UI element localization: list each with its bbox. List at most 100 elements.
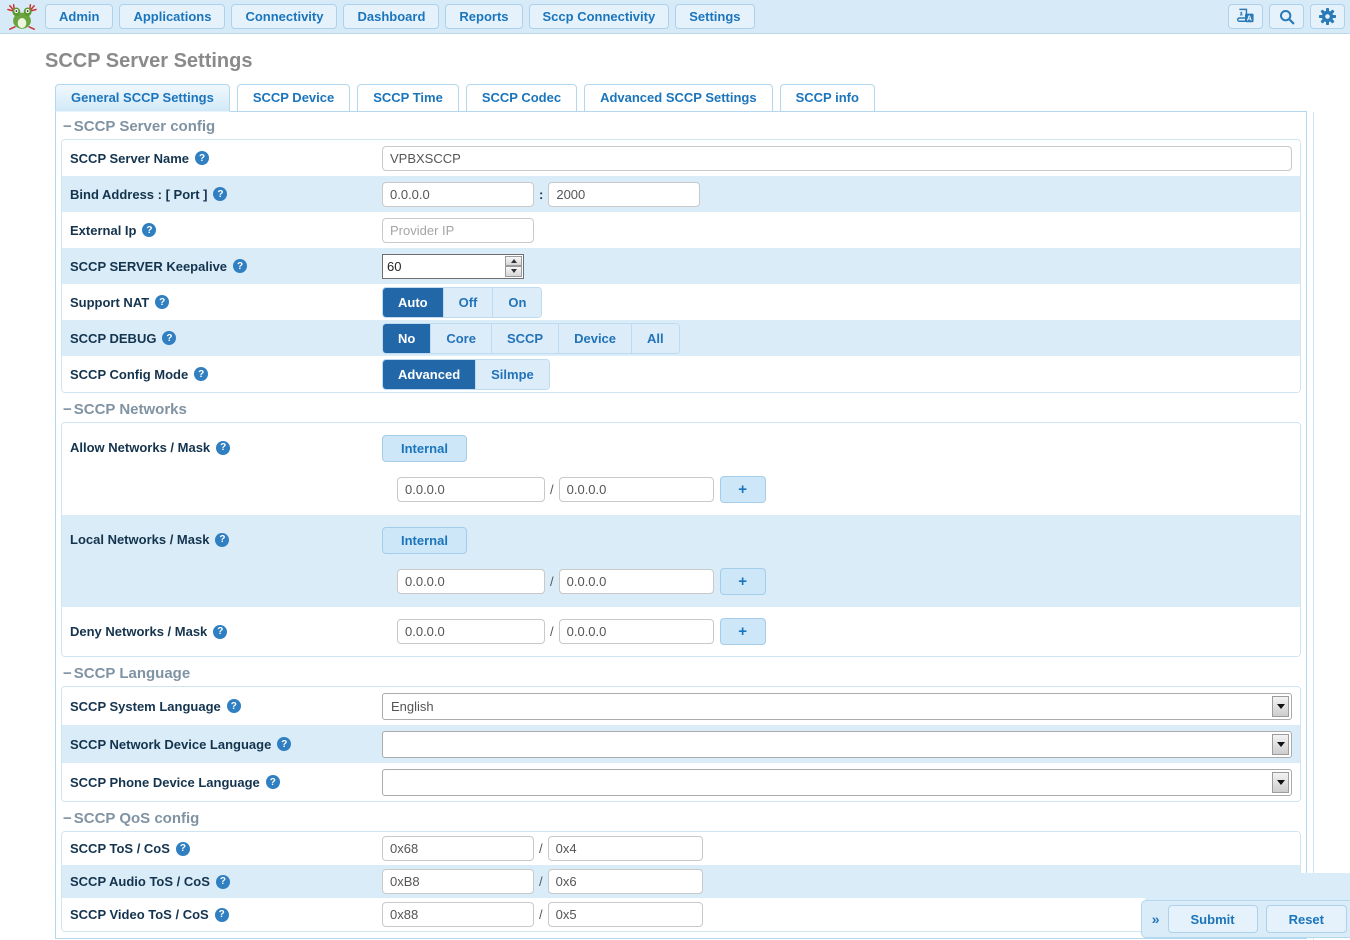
help-icon[interactable]: ? [213,187,227,201]
video-cos-input[interactable] [548,902,703,927]
row-phone-device-language: SCCP Phone Device Language ? [62,763,1300,801]
field-label-text: SCCP SERVER Keepalive [70,259,227,274]
row-keepalive: SCCP SERVER Keepalive ? [62,248,1300,284]
collapse-icon[interactable]: − [63,118,72,135]
help-icon[interactable]: ? [266,775,280,789]
help-icon[interactable]: ? [216,875,230,889]
help-icon[interactable]: ? [194,367,208,381]
tab-advanced-sccp-settings[interactable]: Advanced SCCP Settings [584,84,773,112]
tab-sccp-device[interactable]: SCCP Device [237,84,350,112]
help-icon[interactable]: ? [227,699,241,713]
field-label-text: Bind Address : [ Port ] [70,187,207,202]
allow-internal-button[interactable]: Internal [382,435,467,462]
sccp-debug-option-sccp[interactable]: SCCP [491,324,558,353]
help-icon[interactable]: ? [195,151,209,165]
chevron-down-icon[interactable] [1272,696,1289,717]
collapse-icon[interactable]: − [63,665,72,682]
video-tos-input[interactable] [382,902,534,927]
stepper-buttons [505,256,522,277]
allow-mask-input[interactable] [559,477,714,502]
field-label-text: Support NAT [70,295,149,310]
gear-icon[interactable] [1310,4,1345,29]
main-content: SCCP Server Settings General SCCP Settin… [0,50,1350,939]
support-nat-option-auto[interactable]: Auto [383,288,443,317]
chevron-down-icon[interactable] [1272,772,1289,793]
nav-item-connectivity[interactable]: Connectivity [231,4,337,29]
bind-address-input[interactable] [382,182,534,207]
tab-general-sccp-settings[interactable]: General SCCP Settings [55,84,230,112]
help-icon[interactable]: ? [155,295,169,309]
sccp-tos-input[interactable] [382,836,534,861]
stepper-up-icon[interactable] [505,256,522,267]
slash-separator: / [550,624,554,639]
reset-button[interactable]: Reset [1266,905,1347,933]
local-network-input[interactable] [397,569,545,594]
audio-tos-input[interactable] [382,869,534,894]
config-mode-option-silmpe[interactable]: Silmpe [475,360,549,389]
help-icon[interactable]: ? [162,331,176,345]
help-icon[interactable]: ? [215,533,229,547]
top-nav: Admin Applications Connectivity Dashboar… [0,0,1350,34]
local-internal-button[interactable]: Internal [382,527,467,554]
collapse-toolbar-icon[interactable]: » [1152,911,1160,927]
nav-item-sccp-connectivity[interactable]: Sccp Connectivity [529,4,670,29]
deny-add-button[interactable]: + [720,618,766,645]
nav-item-admin[interactable]: Admin [45,4,113,29]
field-label-text: Deny Networks / Mask [70,624,207,639]
row-sccp-server-name: SCCP Server Name ? [62,140,1300,176]
nav-item-dashboard[interactable]: Dashboard [343,4,439,29]
system-language-select[interactable]: English [382,693,1292,720]
stepper-down-icon[interactable] [505,266,522,277]
submit-button[interactable]: Submit [1168,905,1258,933]
support-nat-option-off[interactable]: Off [443,288,493,317]
row-local-networks: Local Networks / Mask ? Internal / + [62,515,1300,607]
collapse-icon[interactable]: − [63,401,72,418]
keepalive-stepper[interactable] [382,254,524,279]
sccp-debug-toggle: No Core SCCP Device All [382,323,680,354]
translate-icon[interactable]: A [1228,4,1263,29]
bind-port-input[interactable] [548,182,700,207]
tab-sccp-codec[interactable]: SCCP Codec [466,84,577,112]
help-icon[interactable]: ? [215,908,229,922]
search-icon[interactable] [1269,4,1304,29]
fieldset-language: SCCP System Language ? English SCCP Netw… [61,686,1301,802]
fieldset-networks: Allow Networks / Mask ? Internal / + Loc… [61,422,1301,657]
slash-separator: / [539,907,543,922]
frog-logo-icon[interactable] [5,2,39,32]
help-icon[interactable]: ? [213,625,227,639]
help-icon[interactable]: ? [233,259,247,273]
keepalive-input[interactable] [383,255,504,278]
collapse-icon[interactable]: − [63,810,72,827]
field-label: SCCP ToS / CoS ? [70,841,382,856]
deny-mask-input[interactable] [559,619,714,644]
local-add-button[interactable]: + [720,568,766,595]
sccp-debug-option-all[interactable]: All [631,324,679,353]
tab-sccp-time[interactable]: SCCP Time [357,84,459,112]
audio-cos-input[interactable] [548,869,703,894]
field-label-text: SCCP System Language [70,699,221,714]
tab-sccp-info[interactable]: SCCP info [780,84,875,112]
deny-network-input[interactable] [397,619,545,644]
external-ip-input[interactable] [382,218,534,243]
config-mode-option-advanced[interactable]: Advanced [383,360,475,389]
help-icon[interactable]: ? [277,737,291,751]
field-label: SCCP Audio ToS / CoS ? [70,874,382,889]
support-nat-option-on[interactable]: On [492,288,541,317]
sccp-debug-option-device[interactable]: Device [558,324,631,353]
help-icon[interactable]: ? [216,441,230,455]
sccp-debug-option-no[interactable]: No [383,324,430,353]
help-icon[interactable]: ? [176,842,190,856]
nav-item-applications[interactable]: Applications [119,4,225,29]
nav-item-reports[interactable]: Reports [445,4,522,29]
sccp-cos-input[interactable] [548,836,703,861]
allow-network-input[interactable] [397,477,545,502]
network-device-language-select[interactable] [382,731,1292,758]
sccp-debug-option-core[interactable]: Core [430,324,491,353]
phone-device-language-select[interactable] [382,769,1292,796]
help-icon[interactable]: ? [142,223,156,237]
chevron-down-icon[interactable] [1272,734,1289,755]
local-mask-input[interactable] [559,569,714,594]
nav-item-settings[interactable]: Settings [675,4,754,29]
allow-add-button[interactable]: + [720,476,766,503]
server-name-input[interactable] [382,146,1292,171]
